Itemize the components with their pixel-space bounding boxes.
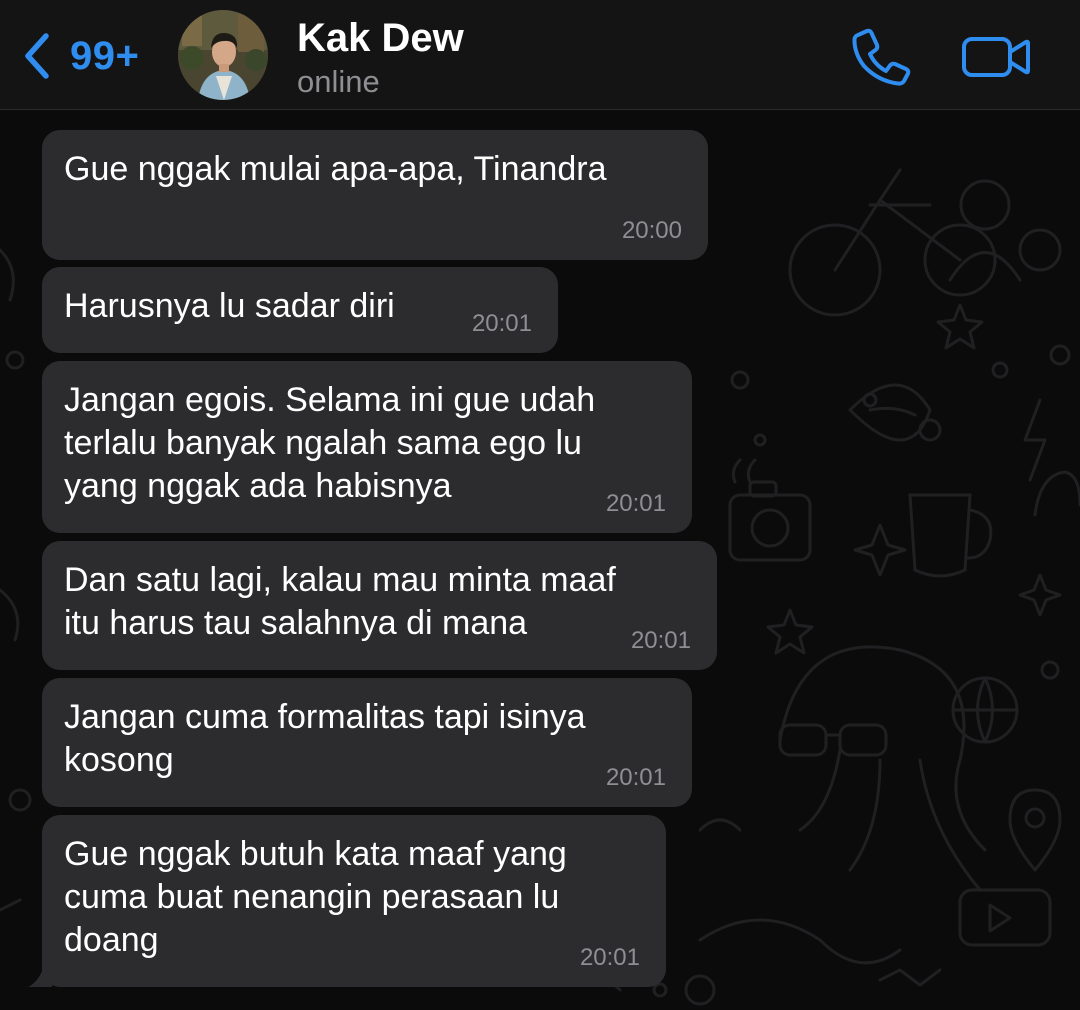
message-text: Dan satu lagi, kalau mau minta maaf: [64, 561, 616, 599]
message-text: yang nggak ada habisnya: [64, 467, 452, 505]
chat-header: 99+ Kak Dew online: [0, 0, 1080, 110]
voice-call-button[interactable]: [850, 26, 912, 86]
message-text: Jangan cuma formalitas tapi isinya: [64, 698, 586, 736]
message-text: terlalu banyak ngalah sama ego lu: [64, 424, 582, 462]
message-text: cuma buat nenangin perasaan lu: [64, 878, 560, 916]
chevron-left-icon: [25, 33, 49, 79]
message-timestamp: 20:01: [605, 490, 666, 517]
message-text: doang: [64, 921, 159, 959]
message-timestamp: 20:01: [579, 944, 640, 971]
message-text: Gue nggak butuh kata maaf yang: [64, 835, 567, 873]
message-bubble[interactable]: Jangan egois. Selama ini gue udah terlalu…: [42, 361, 692, 533]
message-text: Gue nggak mulai apa-apa, Tinandra: [64, 150, 607, 188]
message-text: Jangan egois. Selama ini gue udah: [64, 381, 596, 419]
message-bubble[interactable]: Gue nggak mulai apa-apa, Tinandra 20:00: [42, 130, 708, 260]
message-timestamp: 20:00: [621, 217, 682, 244]
chat-area[interactable]: Gue nggak mulai apa-apa, Tinandra 20:00 Ha…: [0, 110, 1080, 1010]
message-timestamp: 20:01: [605, 764, 666, 791]
message-bubble[interactable]: Gue nggak butuh kata maaf yang cuma buat …: [42, 815, 666, 987]
contact-status: online: [297, 64, 380, 99]
message-text: itu harus tau salahnya di mana: [64, 604, 528, 642]
video-camera-icon: [962, 37, 1030, 77]
message-timestamp: 20:01: [630, 627, 691, 654]
avatar[interactable]: [178, 10, 268, 100]
contact-name[interactable]: Kak Dew: [297, 14, 464, 62]
message-bubble[interactable]: Jangan cuma formalitas tapi isinya kosong…: [42, 678, 692, 807]
unread-count: 99+: [70, 33, 140, 78]
video-call-button[interactable]: [960, 33, 1032, 81]
message-timestamp: 20:01: [471, 310, 532, 337]
back-button[interactable]: 99+: [22, 30, 139, 82]
message-text: kosong: [64, 741, 174, 779]
message-bubble[interactable]: Dan satu lagi, kalau mau minta maaf itu h…: [42, 541, 717, 670]
message-text: Harusnya lu sadar diri: [64, 287, 395, 325]
message-bubble[interactable]: Harusnya lu sadar diri 20:01: [42, 267, 558, 353]
bubble-tail: [28, 957, 52, 987]
phone-icon: [852, 28, 911, 86]
